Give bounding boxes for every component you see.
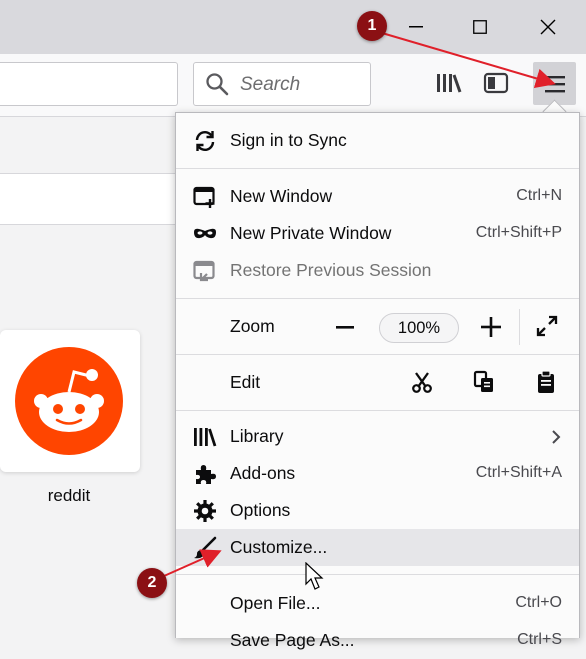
annotation-arrows bbox=[163, 32, 556, 577]
step-2-badge: 2 bbox=[137, 568, 167, 598]
step-1-badge: 1 bbox=[357, 11, 387, 41]
annotation-arrow-1 bbox=[381, 32, 556, 89]
annotation-arrow-2 bbox=[163, 549, 222, 577]
mouse-cursor-icon bbox=[305, 562, 324, 590]
